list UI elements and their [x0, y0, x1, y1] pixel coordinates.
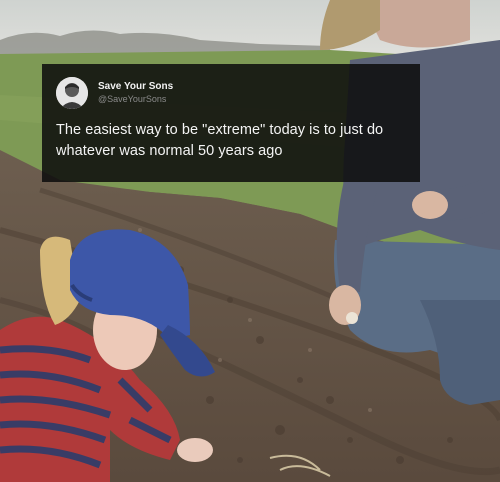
tweet-card: Save Your Sons @SaveYourSons The easiest…: [42, 64, 420, 182]
handle: @SaveYourSons: [98, 94, 167, 105]
tweet-header: Save Your Sons @SaveYourSons: [56, 76, 406, 110]
tweet-text: The easiest way to be "extreme" today is…: [56, 122, 384, 159]
photo: Save Your Sons @SaveYourSons The easiest…: [0, 0, 500, 482]
profile-photo-icon: [56, 77, 88, 109]
display-name: Save Your Sons: [98, 81, 174, 93]
avatar: [56, 77, 88, 109]
